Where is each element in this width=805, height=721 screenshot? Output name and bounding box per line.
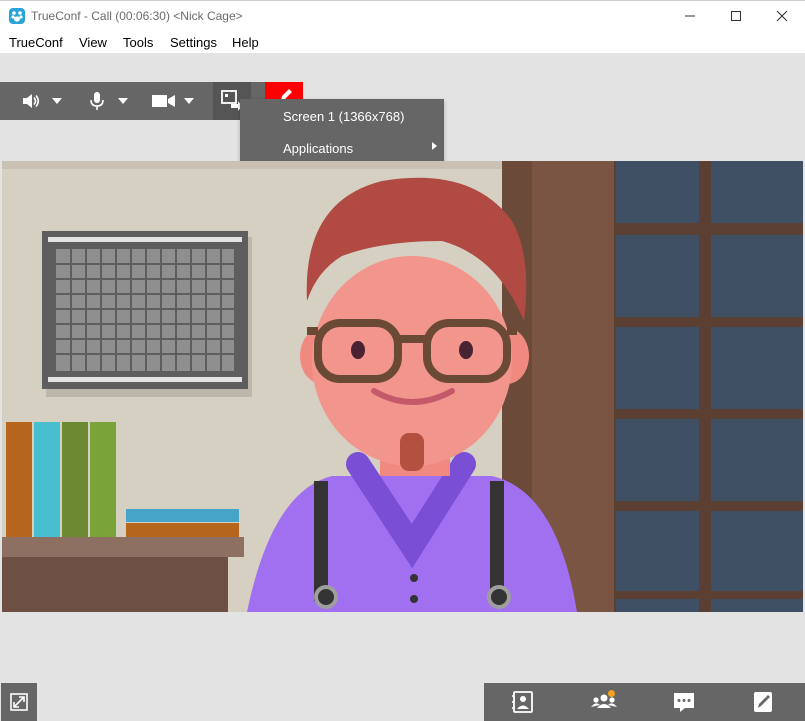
- bottom-toolbar: [484, 683, 805, 721]
- menu-help[interactable]: Help: [232, 35, 259, 50]
- speaker-button[interactable]: [0, 82, 72, 120]
- chevron-down-icon[interactable]: [118, 98, 128, 104]
- chat-icon: [674, 693, 694, 712]
- title-bar[interactable]: TrueConf - Call (00:06:30) <Nick Cage>: [0, 0, 805, 31]
- hangup-button[interactable]: [743, 683, 783, 721]
- camera-icon: [152, 95, 175, 107]
- window-title: TrueConf - Call (00:06:30) <Nick Cage>: [31, 9, 243, 23]
- participants-button[interactable]: [584, 683, 624, 721]
- fullscreen-icon: [10, 693, 28, 711]
- notification-badge: [608, 690, 615, 697]
- screen-share-menu: Screen 1 (1366x768) Applications: [240, 99, 444, 163]
- menu-tools[interactable]: Tools: [123, 35, 153, 50]
- chat-button[interactable]: [664, 683, 704, 721]
- close-button[interactable]: [759, 1, 804, 31]
- microphone-button[interactable]: [72, 82, 138, 120]
- submenu-arrow-icon: [432, 142, 437, 150]
- contacts-button[interactable]: [503, 683, 543, 721]
- minimize-button[interactable]: [667, 1, 712, 31]
- call-toolbar: [0, 82, 265, 120]
- menu-item-applications[interactable]: Applications: [283, 141, 353, 156]
- camera-button[interactable]: [138, 82, 213, 120]
- fullscreen-button[interactable]: [1, 683, 37, 721]
- menu-item-screen-1[interactable]: Screen 1 (1366x768): [283, 109, 404, 124]
- microphone-icon: [90, 92, 104, 110]
- menu-view[interactable]: View: [79, 35, 107, 50]
- chevron-down-icon[interactable]: [184, 98, 194, 104]
- menu-settings[interactable]: Settings: [170, 35, 217, 50]
- remote-video: [2, 161, 803, 612]
- close-icon: [776, 10, 788, 22]
- remote-video-image: [2, 161, 803, 612]
- trueconf-logo-icon: [9, 8, 25, 24]
- speaker-icon: [23, 94, 40, 108]
- maximize-icon: [731, 11, 741, 21]
- chevron-down-icon[interactable]: [52, 98, 62, 104]
- menu-trueconf[interactable]: TrueConf: [9, 35, 63, 50]
- app-window: TrueConf - Call (00:06:30) <Nick Cage> T…: [0, 0, 805, 721]
- hangup-icon: [754, 692, 772, 712]
- minimize-icon: [685, 15, 695, 17]
- participants-icon: [591, 694, 617, 708]
- contacts-icon: [512, 691, 533, 713]
- maximize-button[interactable]: [713, 1, 758, 31]
- menu-bar: TrueConf View Tools Settings Help: [0, 31, 805, 53]
